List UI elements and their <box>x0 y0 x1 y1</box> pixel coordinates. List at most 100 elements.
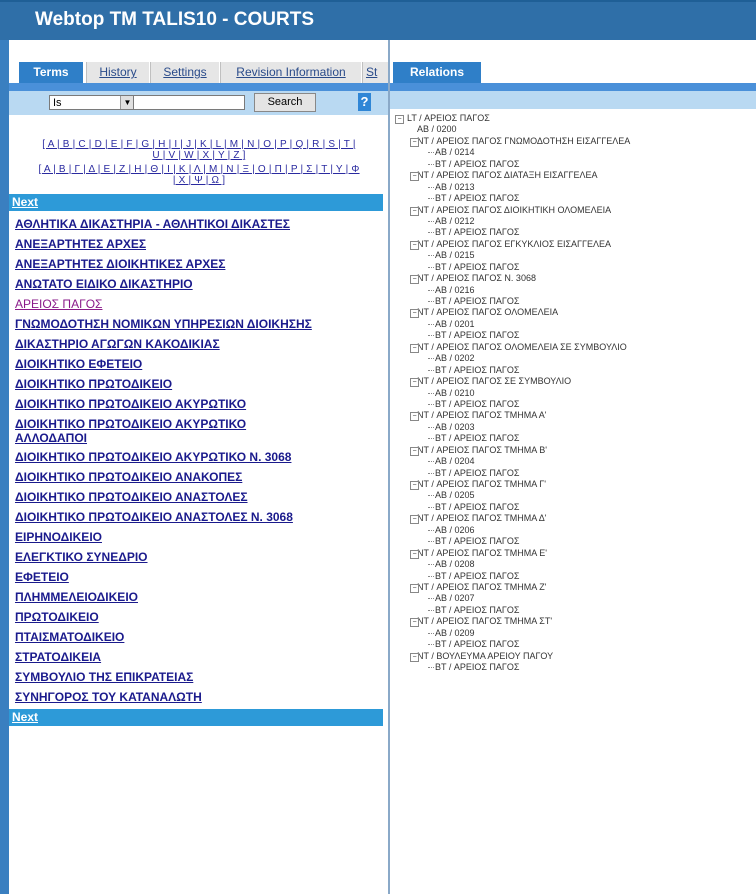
term-link[interactable]: ΑΝΕΞΑΡΤΗΤΕΣ ΔΙΟΙΚΗΤΙΚΕΣ ΑΡΧΕΣ <box>15 254 380 274</box>
tree-node-label[interactable]: AB / 0209 <box>435 628 475 638</box>
tree-node[interactable]: − NT / ΑΡΕΙΟΣ ΠΑΓΟΣ ΕΓΚΥΚΛΙΟΣ ΕΙΣΑΓΓΕΛΕΑ <box>395 239 755 250</box>
tree-node[interactable]: − NT / ΑΡΕΙΟΣ ΠΑΓΟΣ ΔΙΟΙΚΗΤΙΚΗ ΟΛΟΜΕΛΕΙΑ <box>395 205 755 216</box>
collapse-toggle-icon[interactable]: − <box>410 343 419 353</box>
tab-terms[interactable]: Terms <box>19 62 83 83</box>
tree-leaf[interactable]: BT / ΑΡΕΙΟΣ ΠΑΓΟΣ <box>395 502 755 513</box>
search-operator-select[interactable]: Is ▼ <box>49 95 135 110</box>
tree-node-label[interactable]: NT / ΒΟΥΛΕΥΜΑ ΑΡΕΙΟΥ ΠΑΓΟΥ <box>417 651 553 661</box>
tree-node-label[interactable]: BT / ΑΡΕΙΟΣ ΠΑΓΟΣ <box>435 193 519 203</box>
tree-node-label[interactable]: AB / 0215 <box>435 250 475 260</box>
collapse-toggle-icon[interactable]: − <box>410 446 419 456</box>
collapse-toggle-icon[interactable]: − <box>410 137 419 147</box>
tree-node-label[interactable]: NT / ΑΡΕΙΟΣ ΠΑΓΟΣ ΤΜΗΜΑ Β' <box>417 445 547 455</box>
next-link-top[interactable]: Next <box>9 194 383 211</box>
tree-node-label[interactable]: BT / ΑΡΕΙΟΣ ΠΑΓΟΣ <box>435 296 519 306</box>
tree-leaf[interactable]: AB / 0207 <box>395 593 755 604</box>
tab-history[interactable]: History <box>86 62 149 83</box>
tree-node-label[interactable]: NT / ΑΡΕΙΟΣ ΠΑΓΟΣ ΔΙΑΤΑΞΗ ΕΙΣΑΓΓΕΛΕΑ <box>417 170 597 180</box>
tree-node-label[interactable]: NT / ΑΡΕΙΟΣ ΠΑΓΟΣ ΤΜΗΜΑ Ε' <box>417 548 547 558</box>
tree-node-label[interactable]: NT / ΑΡΕΙΟΣ ΠΑΓΟΣ ΟΛΟΜΕΛΕΙΑ ΣΕ ΣΥΜΒΟΥΛΙΟ <box>417 342 627 352</box>
term-link[interactable]: ΕΙΡΗΝΟΔΙΚΕΙΟ <box>15 527 380 547</box>
tree-node-label[interactable]: NT / ΑΡΕΙΟΣ ΠΑΓΟΣ ΟΛΟΜΕΛΕΙΑ <box>417 307 558 317</box>
tree-node-label[interactable]: LT / ΑΡΕΙΟΣ ΠΑΓΟΣ <box>407 113 490 123</box>
tree-node-label[interactable]: AB / 0205 <box>435 490 475 500</box>
term-link[interactable]: ΠΤΑΙΣΜΑΤΟΔΙΚΕΙΟ <box>15 627 380 647</box>
collapse-toggle-icon[interactable]: − <box>410 412 419 422</box>
collapse-toggle-icon[interactable]: − <box>410 618 419 628</box>
chevron-down-icon[interactable]: ▼ <box>120 96 134 109</box>
greek-alphabet-line1[interactable]: [ Α | Β | Γ | Δ | Ε | Ζ | Η | Θ | Ι | Κ … <box>19 164 379 175</box>
tree-node-label[interactable]: NT / ΑΡΕΙΟΣ ΠΑΓΟΣ ΤΜΗΜΑ Δ' <box>417 513 547 523</box>
term-link[interactable]: ΔΙΟΙΚΗΤΙΚΟ ΠΡΩΤΟΔΙΚΕΙΟ ΑΚΥΡΩΤΙΚΟ ΑΛΛΟΔΑΠ… <box>15 414 300 447</box>
term-link[interactable]: ΔΙΟΙΚΗΤΙΚΟ ΠΡΩΤΟΔΙΚΕΙΟ ΑΝΑΣΤΟΛΕΣ Ν. 3068 <box>15 507 380 527</box>
tree-leaf[interactable]: BT / ΑΡΕΙΟΣ ΠΑΓΟΣ <box>395 193 755 204</box>
term-link[interactable]: ΔΙΟΙΚΗΤΙΚΟ ΠΡΩΤΟΔΙΚΕΙΟ ΑΝΑΚΟΠΕΣ <box>15 467 380 487</box>
next-link-bottom[interactable]: Next <box>9 709 383 726</box>
tree-node-label[interactable]: NT / ΑΡΕΙΟΣ ΠΑΓΟΣ ΤΜΗΜΑ Γ' <box>417 479 546 489</box>
search-button[interactable]: Search <box>254 93 316 112</box>
tree-node-label[interactable]: AB / 0213 <box>435 182 475 192</box>
tree-node-label[interactable]: AB / 0214 <box>435 147 475 157</box>
term-link[interactable]: ΑΘΛΗΤΙΚΑ ΔΙΚΑΣΤΗΡΙΑ - ΑΘΛΗΤΙΚΟΙ ΔΙΚΑΣΤΕΣ <box>15 214 380 234</box>
tree-leaf[interactable]: BT / ΑΡΕΙΟΣ ΠΑΓΟΣ <box>395 262 755 273</box>
collapse-toggle-icon[interactable]: − <box>410 172 419 182</box>
collapse-toggle-icon[interactable]: − <box>410 309 419 319</box>
term-link[interactable]: ΠΛΗΜΜΕΛΕΙΟΔΙΚΕΙΟ <box>15 587 380 607</box>
tree-node-label[interactable]: BT / ΑΡΕΙΟΣ ΠΑΓΟΣ <box>435 536 519 546</box>
term-link[interactable]: ΕΦΕΤΕΙΟ <box>15 567 380 587</box>
tree-leaf[interactable]: BT / ΑΡΕΙΟΣ ΠΑΓΟΣ <box>395 399 755 410</box>
tree-node-label[interactable]: BT / ΑΡΕΙΟΣ ΠΑΓΟΣ <box>435 433 519 443</box>
tree-node[interactable]: − NT / ΑΡΕΙΟΣ ΠΑΓΟΣ ΤΜΗΜΑ Α' <box>395 410 755 422</box>
tree-node-label[interactable]: BT / ΑΡΕΙΟΣ ΠΑΓΟΣ <box>435 159 519 169</box>
tree-node-label[interactable]: AB / 0216 <box>435 285 475 295</box>
collapse-toggle-icon[interactable]: − <box>410 583 419 593</box>
tree-node-label[interactable]: BT / ΑΡΕΙΟΣ ΠΑΓΟΣ <box>435 399 519 409</box>
collapse-toggle-icon[interactable]: − <box>410 515 419 525</box>
tree-node-label[interactable]: AB / 0206 <box>435 525 475 535</box>
tree-leaf[interactable]: BT / ΑΡΕΙΟΣ ΠΑΓΟΣ <box>395 605 755 616</box>
tree-node[interactable]: − LT / ΑΡΕΙΟΣ ΠΑΓΟΣ <box>395 113 755 124</box>
latin-alphabet-line2[interactable]: U | V | W | X | Y | Z ] <box>19 150 379 161</box>
tree-leaf[interactable]: AB / 0210 <box>395 388 755 399</box>
term-link[interactable]: ΔΙΟΙΚΗΤΙΚΟ ΠΡΩΤΟΔΙΚΕΙΟ ΑΝΑΣΤΟΛΕΣ <box>15 487 380 507</box>
tree-node[interactable]: − NT / ΑΡΕΙΟΣ ΠΑΓΟΣ ΟΛΟΜΕΛΕΙΑ <box>395 307 755 319</box>
tree-leaf[interactable]: BT / ΑΡΕΙΟΣ ΠΑΓΟΣ <box>395 639 755 650</box>
tree-node-label[interactable]: AB / 0201 <box>435 319 475 329</box>
tree-leaf[interactable]: AB / 0201 <box>395 319 755 330</box>
tree-leaf[interactable]: AB / 0205 <box>395 490 755 501</box>
tree-node-label[interactable]: BT / ΑΡΕΙΟΣ ΠΑΓΟΣ <box>435 468 519 478</box>
collapse-toggle-icon[interactable]: − <box>410 206 419 216</box>
collapse-toggle-icon[interactable]: − <box>410 378 419 388</box>
term-link[interactable]: ΓΝΩΜΟΔΟΤΗΣΗ ΝΟΜΙΚΩΝ ΥΠΗΡΕΣΙΩΝ ΔΙΟΙΚΗΣΗΣ <box>15 314 380 334</box>
tree-node-label[interactable]: BT / ΑΡΕΙΟΣ ΠΑΓΟΣ <box>435 330 519 340</box>
tree-leaf[interactable]: BT / ΑΡΕΙΟΣ ΠΑΓΟΣ <box>395 330 755 341</box>
tree-leaf[interactable]: AB / 0216 <box>395 285 755 296</box>
tree-leaf[interactable]: AB / 0213 <box>395 182 755 193</box>
tree-node[interactable]: − NT / ΑΡΕΙΟΣ ΠΑΓΟΣ ΣΕ ΣΥΜΒΟΥΛΙΟ <box>395 376 755 388</box>
tree-node[interactable]: − NT / ΑΡΕΙΟΣ ΠΑΓΟΣ ΤΜΗΜΑ Ζ' <box>395 582 755 593</box>
tree-node-label[interactable]: AB / 0208 <box>435 559 475 569</box>
tree-node-label[interactable]: AB / 0207 <box>435 593 475 603</box>
tree-node[interactable]: − NT / ΑΡΕΙΟΣ ΠΑΓΟΣ ΤΜΗΜΑ Β' <box>395 445 755 456</box>
tree-node-label[interactable]: BT / ΑΡΕΙΟΣ ΠΑΓΟΣ <box>435 365 519 375</box>
collapse-toggle-icon[interactable]: − <box>410 240 419 250</box>
tree-node[interactable]: − NT / ΑΡΕΙΟΣ ΠΑΓΟΣ Ν. 3068 <box>395 273 755 285</box>
tab-st[interactable]: St <box>362 62 388 83</box>
tree-node-label[interactable]: BT / ΑΡΕΙΟΣ ΠΑΓΟΣ <box>435 662 519 672</box>
tree-leaf[interactable]: AB / 0204 <box>395 456 755 467</box>
tree-node-label[interactable]: BT / ΑΡΕΙΟΣ ΠΑΓΟΣ <box>435 262 519 272</box>
term-link[interactable]: ΔΙΟΙΚΗΤΙΚΟ ΕΦΕΤΕΙΟ <box>15 354 380 374</box>
tree-node-label[interactable]: NT / ΑΡΕΙΟΣ ΠΑΓΟΣ ΣΕ ΣΥΜΒΟΥΛΙΟ <box>417 376 571 386</box>
tree-node-label[interactable]: NT / ΑΡΕΙΟΣ ΠΑΓΟΣ ΔΙΟΙΚΗΤΙΚΗ ΟΛΟΜΕΛΕΙΑ <box>417 205 611 215</box>
collapse-toggle-icon[interactable]: − <box>410 652 419 662</box>
tree-node-label[interactable]: BT / ΑΡΕΙΟΣ ΠΑΓΟΣ <box>435 605 519 615</box>
tree-leaf[interactable]: BT / ΑΡΕΙΟΣ ΠΑΓΟΣ <box>395 365 755 376</box>
term-link-current[interactable]: ΑΡΕΙΟΣ ΠΑΓΟΣ <box>15 294 380 314</box>
tree-node-label[interactable]: AB / 0200 <box>417 124 457 134</box>
collapse-toggle-icon[interactable]: − <box>395 115 404 124</box>
tree-node[interactable]: − NT / ΑΡΕΙΟΣ ΠΑΓΟΣ ΤΜΗΜΑ Γ' <box>395 479 755 490</box>
tab-settings[interactable]: Settings <box>150 62 219 83</box>
tree-leaf[interactable]: BT / ΑΡΕΙΟΣ ΠΑΓΟΣ <box>395 159 755 170</box>
collapse-toggle-icon[interactable]: − <box>410 481 419 490</box>
collapse-toggle-icon[interactable]: − <box>410 549 419 559</box>
